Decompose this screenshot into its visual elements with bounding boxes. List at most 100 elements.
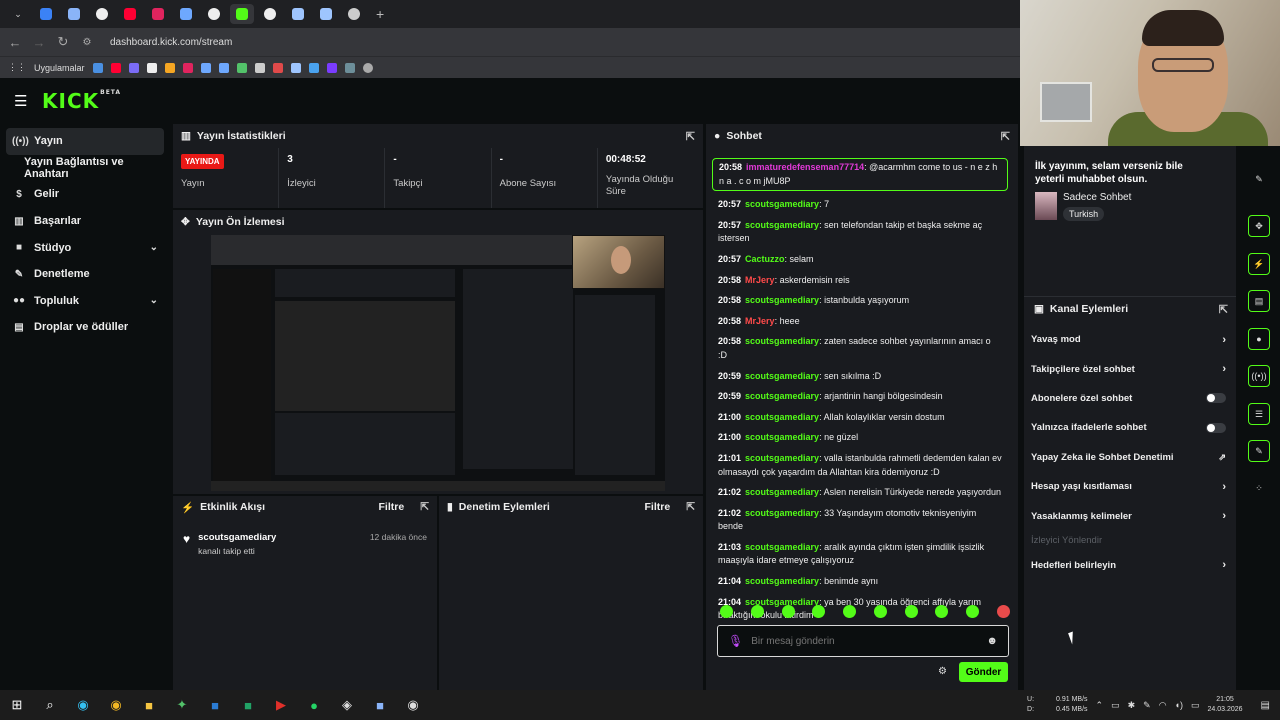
- chat-message[interactable]: 20:58 MrJery: heee: [712, 315, 1008, 329]
- mod-filter-button[interactable]: Filtre: [645, 501, 671, 513]
- chat-message[interactable]: 20:57 scoutsgamediary: 7: [712, 198, 1008, 212]
- app-icon[interactable]: ◉: [402, 694, 424, 716]
- chrome-browser-icon[interactable]: ◉: [105, 694, 127, 716]
- clock[interactable]: 21:05 24.03.2026: [1208, 695, 1243, 715]
- chat-message-user[interactable]: MrJery: [745, 275, 775, 285]
- chat-message[interactable]: 21:03 scoutsgamediary: aralık ayında çıkt…: [712, 541, 1008, 568]
- bookmark-icon[interactable]: [200, 62, 211, 73]
- chat-input[interactable]: [751, 635, 972, 647]
- forward-arrow-icon[interactable]: →: [32, 35, 46, 50]
- bookmark-icon[interactable]: [182, 62, 193, 73]
- chat-message-user[interactable]: scoutsgamediary: [745, 432, 819, 442]
- chat-input-box[interactable]: 🎙 ☻: [717, 625, 1009, 657]
- sidebar-item-moderation[interactable]: ✎ Denetleme: [0, 261, 170, 288]
- action-banned-words[interactable]: Yasaklanmış kelimeler ›: [1024, 501, 1236, 530]
- file-explorer-icon[interactable]: ■: [138, 694, 160, 716]
- kick-logo[interactable]: KICKBETA: [42, 89, 121, 113]
- language-icon[interactable]: ✎: [1143, 700, 1151, 711]
- bookmark-icon[interactable]: [218, 62, 229, 73]
- bookmark-icon[interactable]: [290, 62, 301, 73]
- chat-message-user[interactable]: scoutsgamediary: [745, 487, 819, 497]
- activity-event-user[interactable]: scoutsgamediary: [198, 532, 276, 543]
- chat-message[interactable]: 21:00 scoutsgamediary: ne güzel: [712, 431, 1008, 445]
- url-text[interactable]: dashboard.kick.com/stream: [110, 37, 232, 48]
- hamburger-menu-icon[interactable]: ☰: [14, 92, 28, 110]
- windows-start-icon[interactable]: ⊞: [6, 694, 28, 716]
- search-icon[interactable]: ⌕: [39, 694, 61, 716]
- chat-message[interactable]: 21:02 scoutsgamediary: 33 Yaşındayım otom…: [712, 507, 1008, 534]
- chat-message-user[interactable]: scoutsgamediary: [745, 295, 819, 305]
- emote-icon[interactable]: [843, 605, 857, 618]
- chat-message-user[interactable]: scoutsgamediary: [745, 508, 819, 518]
- chat-message-user[interactable]: MrJery: [745, 316, 775, 326]
- chat-message[interactable]: 21:04 scoutsgamediary: benimde aynı: [712, 575, 1008, 589]
- chat-message[interactable]: 20:57 scoutsgamediary: sen telefondan tak…: [712, 219, 1008, 246]
- chat-message[interactable]: 20:58 scoutsgamediary: zaten sadece sohbe…: [712, 335, 1008, 362]
- chat-message-user[interactable]: scoutsgamediary: [745, 336, 819, 346]
- bookmark-icon[interactable]: [128, 62, 139, 73]
- wifi-icon[interactable]: ◠: [1159, 700, 1167, 711]
- browser-tab[interactable]: [90, 4, 114, 24]
- media-player-icon[interactable]: ▶: [270, 694, 292, 716]
- whatsapp-icon[interactable]: ●: [303, 694, 325, 716]
- chat-message-user[interactable]: scoutsgamediary: [745, 220, 819, 230]
- emote-icon[interactable]: [720, 605, 733, 618]
- site-info-icon[interactable]: ⚙: [80, 37, 94, 48]
- popout-icon[interactable]: ⇱: [1001, 130, 1010, 143]
- edit-pencil-icon[interactable]: ✎: [1248, 168, 1270, 190]
- chat-message[interactable]: 20:58 scoutsgamediary: istanbulda yaşıyor…: [712, 294, 1008, 308]
- send-button[interactable]: Gönder: [959, 662, 1008, 682]
- chat-message[interactable]: 20:58 immaturedefenseman77714: @acarmhm c…: [712, 158, 1008, 192]
- bookmark-icon[interactable]: [308, 62, 319, 73]
- browser-tab[interactable]: [202, 4, 226, 24]
- chat-message[interactable]: 20:57 Cactuzzo: selam: [712, 253, 1008, 267]
- action-account-age[interactable]: Hesap yaşı kısıtlaması ›: [1024, 472, 1236, 501]
- edge-browser-icon[interactable]: ◉: [72, 694, 94, 716]
- browser-tab[interactable]: [314, 4, 338, 24]
- sidebar-item-studio[interactable]: ■ Stüdyo ⌄: [0, 234, 170, 261]
- bookmark-icon[interactable]: [110, 62, 121, 73]
- dock-button-wrench-icon[interactable]: ✎: [1248, 440, 1270, 462]
- battery-icon[interactable]: ▭: [1191, 700, 1200, 711]
- back-arrow-icon[interactable]: ←: [8, 35, 22, 50]
- action-slow-mode[interactable]: Yavaş mod ›: [1024, 325, 1236, 354]
- browser-tab[interactable]: [62, 4, 86, 24]
- chat-message[interactable]: 21:01 scoutsgamediary: valla istanbulda r…: [712, 452, 1008, 479]
- browser-tab[interactable]: [174, 4, 198, 24]
- chat-message-user[interactable]: scoutsgamediary: [745, 199, 819, 209]
- bookmark-icon[interactable]: [326, 62, 337, 73]
- chat-message[interactable]: 21:00 scoutsgamediary: Allah kolaylıklar …: [712, 411, 1008, 425]
- popout-icon[interactable]: ⇱: [686, 501, 695, 513]
- bookmark-icon[interactable]: [92, 62, 103, 73]
- bookmark-icon[interactable]: [236, 62, 247, 73]
- chat-message-user[interactable]: scoutsgamediary: [745, 371, 819, 381]
- reload-icon[interactable]: ↻: [56, 34, 70, 50]
- chat-message-user[interactable]: scoutsgamediary: [745, 576, 819, 586]
- chevron-up-icon[interactable]: ⌃: [1096, 700, 1104, 711]
- app-icon[interactable]: ◈: [336, 694, 358, 716]
- app-icon[interactable]: ■: [369, 694, 391, 716]
- bookmark-icon[interactable]: [362, 62, 373, 73]
- emote-icon[interactable]: [781, 605, 795, 618]
- popout-icon[interactable]: ⇱: [1219, 303, 1228, 316]
- dock-button-list-icon[interactable]: ▤: [1248, 290, 1270, 312]
- toggle-switch[interactable]: [1206, 422, 1226, 433]
- emote-icon[interactable]: [750, 605, 764, 618]
- dock-button-chat-icon[interactable]: ●: [1248, 328, 1270, 350]
- chat-message[interactable]: 20:59 scoutsgamediary: sen sıkılma :D: [712, 370, 1008, 384]
- app-icon[interactable]: ✦: [171, 694, 193, 716]
- tab-list-button[interactable]: ⌄: [6, 4, 30, 24]
- bookmark-icon[interactable]: [272, 62, 283, 73]
- browser-tab[interactable]: [34, 4, 58, 24]
- emote-icon[interactable]: [935, 605, 949, 618]
- chat-message-user[interactable]: immaturedefenseman77714: [746, 162, 864, 172]
- emote-icon[interactable]: [873, 605, 887, 618]
- word-icon[interactable]: ■: [204, 694, 226, 716]
- dock-button-more-icon[interactable]: ⁘: [1248, 477, 1270, 499]
- chat-message-user[interactable]: Cactuzzo: [745, 254, 785, 264]
- bookmark-icon[interactable]: [254, 62, 265, 73]
- browser-tab[interactable]: [258, 4, 282, 24]
- bookmark-apps-label[interactable]: Uygulamalar: [34, 63, 85, 73]
- sidebar-item-stream-key[interactable]: Yayın Bağlantısı ve Anahtarı: [0, 155, 170, 182]
- action-set-goals[interactable]: Hedefleri belirleyin ›: [1024, 551, 1236, 580]
